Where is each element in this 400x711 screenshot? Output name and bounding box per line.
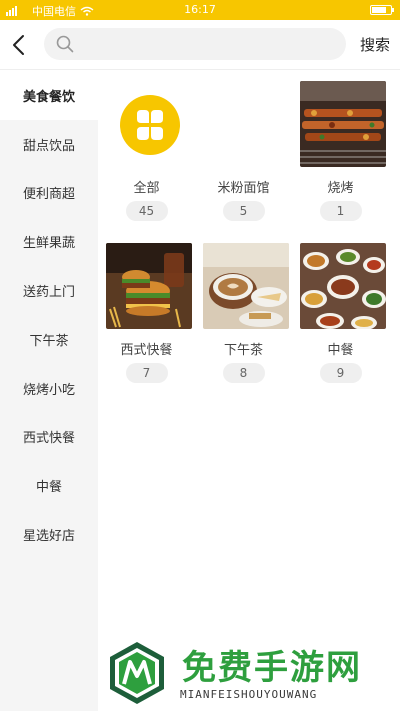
coffee-photo — [203, 243, 289, 329]
category-thumb — [203, 81, 289, 167]
category-count-badge: 8 — [222, 363, 265, 383]
category-name: 米粉面馆 — [217, 181, 270, 196]
category-card-chinese[interactable]: 中餐 9 — [292, 243, 389, 405]
category-name: 下午茶 — [223, 343, 263, 358]
sidebar-item-medicine[interactable]: 送药上门 — [0, 266, 98, 315]
category-grid: 全部 45 米粉面馆 5 烧烤 1 西式快餐 7 下午茶 8 中餐 9 — [98, 71, 400, 405]
status-time: 16:17 — [184, 3, 216, 16]
battery-icon — [370, 5, 394, 15]
search-box[interactable] — [44, 28, 346, 60]
sidebar-item-western[interactable]: 西式快餐 — [0, 413, 98, 462]
category-card-bbq[interactable]: 烧烤 1 — [292, 81, 389, 243]
category-name: 全部 — [133, 181, 160, 196]
category-card-afternoon-tea[interactable]: 下午茶 8 — [195, 243, 292, 405]
sidebar-item-desserts[interactable]: 甜点饮品 — [0, 120, 98, 169]
watermark: 免费手游网 MIANFEISHOUYOUWANG — [104, 638, 400, 711]
sidebar-item-food[interactable]: 美食餐饮 — [0, 71, 98, 120]
category-card-western[interactable]: 西式快餐 7 — [98, 243, 195, 405]
category-sidebar: 美食餐饮 甜点饮品 便利商超 生鲜果蔬 送药上门 下午茶 烧烤小吃 西式快餐 中… — [0, 71, 98, 711]
search-icon — [56, 35, 74, 53]
search-button[interactable]: 搜索 — [360, 34, 390, 55]
sidebar-item-convenience[interactable]: 便利商超 — [0, 169, 98, 218]
sidebar-item-featured[interactable]: 星选好店 — [0, 510, 98, 559]
header: 搜索 — [0, 20, 400, 70]
sidebar-item-afternoon-tea[interactable]: 下午茶 — [0, 315, 98, 364]
category-count-badge: 5 — [222, 201, 265, 221]
burger-photo — [106, 243, 192, 329]
category-card-all[interactable]: 全部 45 — [98, 81, 195, 243]
clover-icon — [120, 95, 180, 155]
category-count-badge: 7 — [125, 363, 168, 383]
watermark-logo — [110, 642, 164, 704]
category-name: 烧烤 — [327, 181, 354, 196]
category-card-noodles[interactable]: 米粉面馆 5 — [195, 81, 292, 243]
category-name: 西式快餐 — [120, 343, 173, 358]
category-count-badge: 1 — [319, 201, 362, 221]
watermark-subtitle: MIANFEISHOUYOUWANG — [180, 688, 318, 701]
sidebar-item-fresh[interactable]: 生鲜果蔬 — [0, 217, 98, 266]
status-bar: 中国电信 16:17 — [0, 0, 400, 20]
category-thumb — [106, 81, 192, 167]
sidebar-item-chinese[interactable]: 中餐 — [0, 461, 98, 510]
chinese-food-photo — [300, 243, 386, 329]
category-name: 中餐 — [327, 343, 354, 358]
search-input[interactable] — [82, 28, 337, 60]
category-count-badge: 45 — [125, 201, 168, 221]
sidebar-item-bbq-snacks[interactable]: 烧烤小吃 — [0, 364, 98, 413]
category-count-badge: 9 — [319, 363, 362, 383]
bbq-photo — [300, 81, 386, 167]
watermark-title: 免费手游网 — [182, 648, 362, 688]
back-arrow-icon[interactable] — [6, 31, 34, 59]
